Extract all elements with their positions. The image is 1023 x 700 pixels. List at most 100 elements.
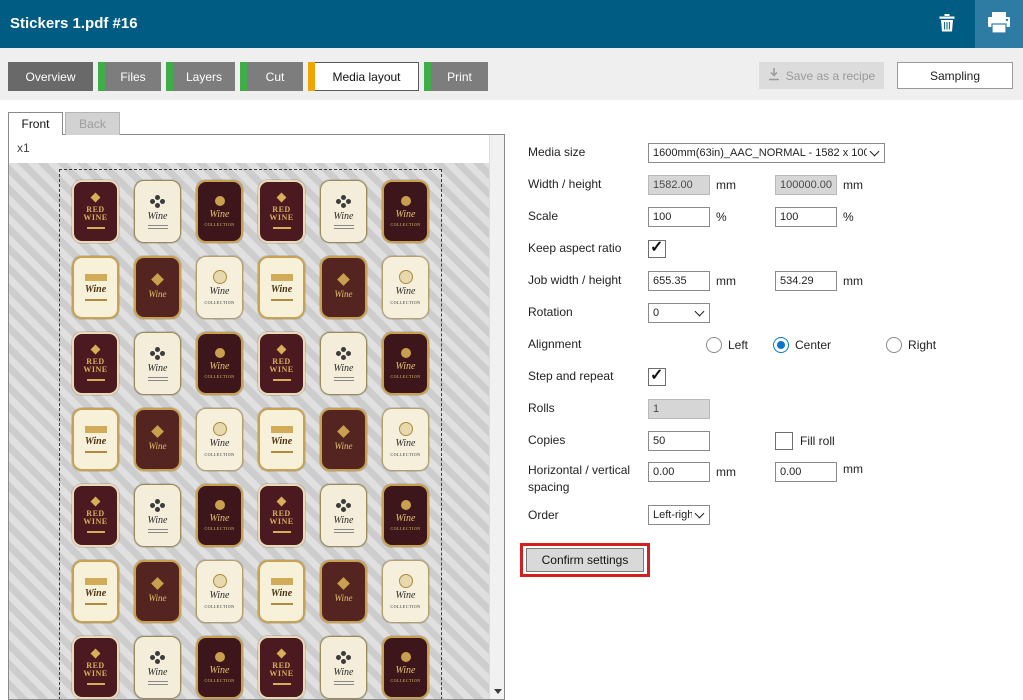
copies-count-label: x1 — [17, 141, 30, 155]
save-recipe-button[interactable]: Save as a recipe — [759, 62, 884, 89]
media-size-label: Media size — [528, 144, 648, 161]
order-row: Order Left-right — [520, 505, 1020, 526]
rotation-select[interactable]: 0 — [648, 303, 710, 323]
tab-files-label: Files — [105, 62, 161, 91]
media-size-row: Media size 1600mm(63in)_AAC_NORMAL - 158… — [520, 142, 1020, 163]
keep-aspect-row: Keep aspect ratio — [520, 238, 1020, 259]
sticker-label: RED WINE — [258, 636, 305, 699]
sticker-label: WineCOLLECTION — [382, 332, 429, 395]
preview-body: x1 RED WINE Wine WineCOLLECTION RED WINE Win… — [8, 134, 505, 700]
job-height-input[interactable] — [775, 271, 837, 291]
sticker-label: WineCOLLECTION — [196, 332, 243, 395]
radio-icon — [886, 337, 902, 353]
copies-row: Copies Fill roll — [520, 430, 1020, 451]
count-row: x1 — [9, 135, 489, 163]
app-window: Stickers 1.pdf #16 — [0, 0, 1023, 700]
scroll-down-button[interactable] — [490, 683, 505, 699]
alignment-radio-center[interactable]: Center — [773, 337, 831, 353]
sticker-label: Wine — [134, 180, 181, 243]
print-button[interactable] — [975, 0, 1023, 48]
download-icon — [768, 68, 780, 84]
tab-accent — [98, 62, 105, 91]
sticker-label: Wine — [320, 560, 367, 623]
sticker-label: Wine — [72, 256, 119, 319]
width-height-label: Width / height — [528, 176, 648, 193]
sticker-label: Wine — [72, 408, 119, 471]
alignment-radio-left[interactable]: Left — [706, 337, 748, 353]
sticker-label: WineCOLLECTION — [196, 484, 243, 547]
sticker-label: RED WINE — [72, 484, 119, 547]
sticker-label: Wine — [134, 256, 181, 319]
sticker-label: WineCOLLECTION — [382, 408, 429, 471]
tab-accent — [424, 62, 431, 91]
tab-print-label: Print — [431, 62, 488, 91]
scale-width-input[interactable] — [648, 207, 710, 227]
trash-icon — [939, 14, 955, 35]
scale-row: Scale % % — [520, 206, 1020, 227]
spacing-label: Horizontal / vertical spacing — [528, 462, 648, 497]
sticker-label: Wine — [134, 636, 181, 699]
delete-job-button[interactable] — [927, 0, 967, 48]
titlebar: Stickers 1.pdf #16 — [0, 0, 1023, 48]
fill-roll-checkbox[interactable] — [775, 432, 793, 450]
tab-accent — [308, 62, 315, 91]
job-size-row: Job width / height mm mm — [520, 270, 1020, 291]
radio-icon — [706, 337, 722, 353]
sticker-label: Wine — [320, 636, 367, 699]
copies-input[interactable] — [648, 431, 710, 451]
alignment-row: Alignment Left Center Right — [520, 334, 1020, 355]
media-layout-form: Media size 1600mm(63in)_AAC_NORMAL - 158… — [520, 142, 1020, 577]
tab-front[interactable]: Front — [8, 112, 63, 135]
tab-cut-label: Cut — [247, 62, 303, 91]
sticker-grid: RED WINE Wine WineCOLLECTION RED WINE Wine Wi… — [59, 169, 442, 699]
sticker-label: WineCOLLECTION — [382, 256, 429, 319]
scale-height-input[interactable] — [775, 207, 837, 227]
sticker-label: RED WINE — [258, 484, 305, 547]
preview-area: RED WINE Wine WineCOLLECTION RED WINE Wine Wi… — [9, 163, 489, 699]
step-repeat-checkbox[interactable] — [648, 368, 666, 386]
confirm-settings-button[interactable]: Confirm settings — [526, 548, 644, 572]
media-size-select[interactable]: 1600mm(63in)_AAC_NORMAL - 1582 x 10000 — [648, 143, 885, 163]
mm-unit-label: mm — [716, 274, 736, 288]
vertical-spacing-input[interactable] — [775, 462, 837, 482]
tab-accent — [166, 62, 173, 91]
tab-overview[interactable]: Overview — [8, 62, 93, 91]
sticker-label: WineCOLLECTION — [196, 256, 243, 319]
sampling-button[interactable]: Sampling — [897, 62, 1013, 89]
rolls-input — [648, 399, 710, 419]
step-repeat-label: Step and repeat — [528, 368, 648, 385]
sticker-label: WineCOLLECTION — [196, 408, 243, 471]
alignment-radio-right[interactable]: Right — [886, 337, 936, 353]
tab-print[interactable]: Print — [424, 62, 488, 91]
tab-media-layout-label: Media layout — [315, 63, 418, 90]
sticker-label: RED WINE — [72, 636, 119, 699]
job-width-input[interactable] — [648, 271, 710, 291]
scale-label: Scale — [528, 208, 648, 225]
keep-aspect-checkbox[interactable] — [648, 240, 666, 258]
chevron-down-icon — [695, 509, 705, 519]
order-select[interactable]: Left-right — [648, 505, 710, 525]
sticker-label: Wine — [72, 560, 119, 623]
tab-layers[interactable]: Layers — [166, 62, 235, 91]
tab-media-layout[interactable]: Media layout — [308, 62, 419, 91]
tab-back[interactable]: Back — [65, 112, 120, 135]
rotation-value: 0 — [653, 307, 692, 319]
radio-icon — [773, 337, 789, 353]
alignment-center-label: Center — [795, 338, 831, 352]
spacing-row: Horizontal / vertical spacing mm mm — [520, 462, 1020, 497]
strip-actions: Save as a recipe Sampling — [759, 62, 1013, 89]
percent-unit-label: % — [843, 210, 854, 224]
preview-scrollbar[interactable] — [489, 135, 504, 699]
scroll-down-icon — [494, 689, 502, 694]
sticker-label: WineCOLLECTION — [382, 636, 429, 699]
rolls-label: Rolls — [528, 400, 648, 417]
sticker-label: Wine — [258, 408, 305, 471]
tab-files[interactable]: Files — [98, 62, 161, 91]
sticker-label: Wine — [134, 408, 181, 471]
keep-aspect-label: Keep aspect ratio — [528, 240, 648, 257]
tab-layers-label: Layers — [173, 62, 235, 91]
horizontal-spacing-input[interactable] — [648, 462, 710, 482]
rotation-row: Rotation 0 — [520, 302, 1020, 323]
tab-cut[interactable]: Cut — [240, 62, 303, 91]
window-title: Stickers 1.pdf #16 — [10, 0, 138, 48]
